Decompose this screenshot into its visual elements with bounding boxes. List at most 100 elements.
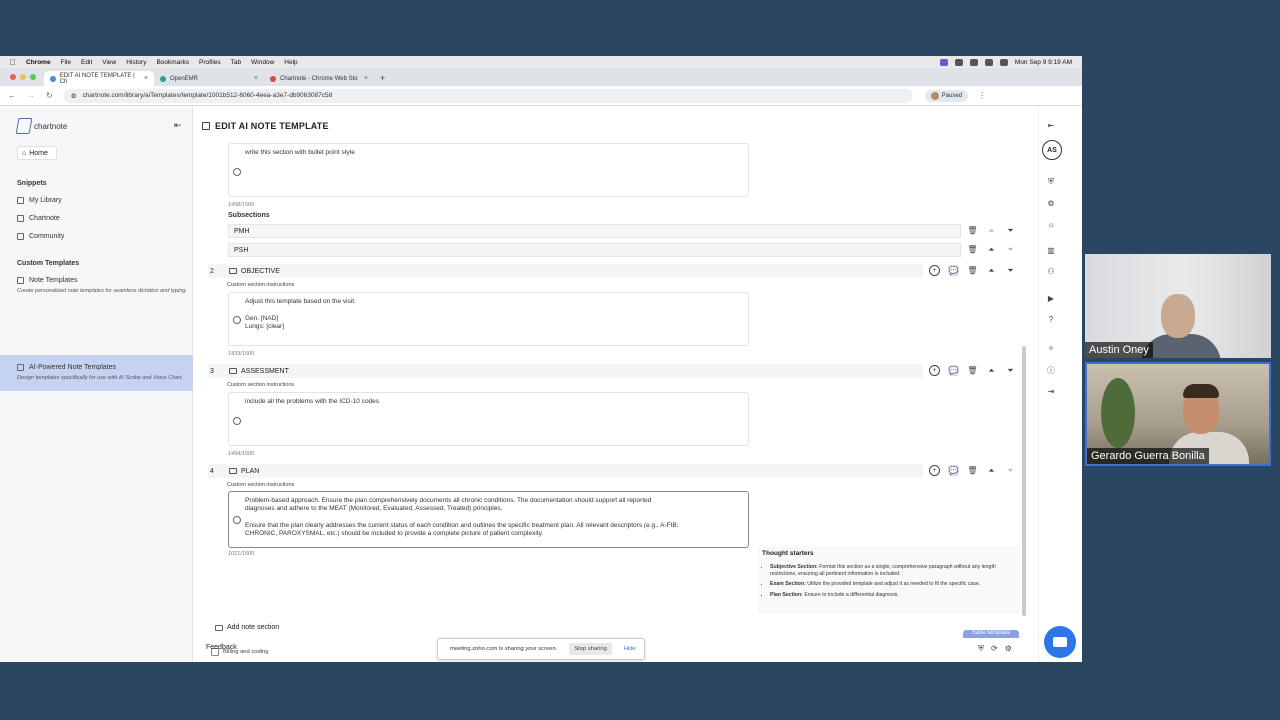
settings-icon[interactable]: ⚙: [1005, 644, 1012, 654]
add-subsection-icon[interactable]: +: [929, 265, 940, 276]
menu-tab[interactable]: Tab: [231, 59, 241, 66]
refresh-icon[interactable]: ⟳: [991, 644, 998, 654]
subsection-row[interactable]: PMH: [228, 224, 961, 238]
shield-icon[interactable]: ⛨: [1046, 177, 1056, 187]
menu-window[interactable]: Window: [251, 59, 274, 66]
comment-icon[interactable]: [233, 316, 241, 324]
collapse-sidebar-icon[interactable]: ⇤: [174, 120, 182, 131]
assessment-instructions-textarea[interactable]: include all the problems with the ICD-10…: [228, 392, 749, 446]
menu-view[interactable]: View: [102, 59, 116, 66]
plan-instructions-textarea[interactable]: Problem-based approach. Ensure the plan …: [228, 491, 749, 548]
close-window-icon[interactable]: [10, 74, 16, 80]
stop-sharing-button[interactable]: Stop sharing: [569, 643, 612, 655]
collapse-panel-icon[interactable]: ⇤: [1046, 120, 1056, 130]
move-up-icon[interactable]: ⏶: [986, 244, 997, 255]
menu-file[interactable]: File: [61, 59, 71, 66]
sidebar-item-chartnote[interactable]: Chartnote: [17, 215, 60, 222]
close-tab-icon[interactable]: ×: [364, 75, 368, 82]
section1-instructions-textarea[interactable]: write this section with bullet point sty…: [228, 143, 749, 197]
move-up-icon[interactable]: ⏶: [986, 225, 997, 236]
move-down-icon[interactable]: ⏷: [1005, 465, 1016, 476]
chat-widget-button[interactable]: [1044, 626, 1076, 658]
logout-icon[interactable]: ⇥: [1046, 386, 1056, 396]
trash-icon[interactable]: 🗑: [967, 225, 978, 236]
scrollbar[interactable]: [1022, 346, 1026, 616]
menu-history[interactable]: History: [126, 59, 146, 66]
subsection-row[interactable]: PSH: [228, 243, 961, 257]
close-tab-icon[interactable]: ×: [254, 75, 258, 82]
minimize-window-icon[interactable]: [20, 74, 26, 80]
info-icon[interactable]: ⓘ: [1046, 365, 1056, 375]
add-subsection-icon[interactable]: +: [929, 465, 940, 476]
shield-check-icon[interactable]: ⛨: [978, 644, 984, 654]
gear-icon[interactable]: ⚙: [1046, 198, 1056, 208]
user-avatar[interactable]: AS: [1042, 140, 1062, 160]
close-tab-icon[interactable]: ×: [144, 75, 148, 82]
sidebar-item-my-library[interactable]: My Library: [17, 197, 62, 204]
move-down-icon[interactable]: ⏷: [1005, 265, 1016, 276]
help-icon[interactable]: ?: [1046, 314, 1056, 324]
new-tab-icon[interactable]: +: [380, 73, 385, 83]
sidebar-item-ai-templates[interactable]: AI-Powered Note Templates: [17, 364, 116, 371]
tab-chartnote[interactable]: EDIT AI NOTE TEMPLATE | Ch ×: [44, 71, 154, 86]
library-icon[interactable]: ▥: [1046, 245, 1056, 255]
move-up-icon[interactable]: ⏶: [986, 465, 997, 476]
zoom-window-icon[interactable]: [30, 74, 36, 80]
search-icon[interactable]: [984, 58, 993, 66]
instructions-toggle-icon[interactable]: 💬: [948, 465, 959, 476]
sun-icon[interactable]: ☼: [1046, 219, 1056, 229]
apple-icon[interactable]: : [10, 58, 16, 67]
save-template-button[interactable]: Save template: [963, 630, 1019, 638]
forward-icon[interactable]: →: [27, 91, 35, 100]
instructions-toggle-icon[interactable]: 💬: [948, 265, 959, 276]
tab-webstore[interactable]: Chartnote - Chrome Web Sto ×: [264, 71, 374, 86]
sidebar-item-note-templates[interactable]: Note Templates: [17, 277, 78, 284]
feedback-button[interactable]: Feedback: [206, 644, 237, 651]
logo[interactable]: chartnote: [15, 118, 67, 134]
objective-instructions-textarea[interactable]: Adjust this template based on the visit.…: [228, 292, 749, 346]
move-up-icon[interactable]: ⏶: [986, 265, 997, 276]
section-header-objective[interactable]: 2 OBJECTIVE: [208, 264, 923, 278]
menu-bookmarks[interactable]: Bookmarks: [156, 59, 189, 66]
trash-icon[interactable]: 🗑: [967, 265, 978, 276]
tab-label: OpenEMR: [170, 75, 199, 82]
site-info-icon[interactable]: ⚙: [71, 92, 77, 100]
menu-profiles[interactable]: Profiles: [199, 59, 221, 66]
control-center-icon[interactable]: [999, 58, 1008, 66]
section-header-plan[interactable]: 4 PLAN: [208, 464, 923, 478]
move-down-icon[interactable]: ⏷: [1005, 225, 1016, 236]
zoho-icon[interactable]: [939, 58, 948, 66]
url-field[interactable]: ⚙ chartnote.com/library/aiTemplates/temp…: [62, 88, 913, 103]
menu-chrome[interactable]: Chrome: [26, 59, 51, 66]
add-subsection-icon[interactable]: +: [929, 365, 940, 376]
trash-icon[interactable]: 🗑: [967, 365, 978, 376]
clock[interactable]: Mon Sep 9 9:19 AM: [1015, 59, 1072, 66]
comment-icon[interactable]: [233, 516, 241, 524]
move-down-icon[interactable]: ⏷: [1005, 365, 1016, 376]
comment-icon[interactable]: [233, 168, 241, 176]
move-down-icon[interactable]: ⏷: [1005, 244, 1016, 255]
section-header-assessment[interactable]: 3 ASSESSMENT: [208, 364, 923, 378]
reload-icon[interactable]: ↻: [46, 91, 53, 100]
menu-help[interactable]: Help: [284, 59, 297, 66]
instructions-toggle-icon[interactable]: 💬: [948, 365, 959, 376]
back-icon[interactable]: ←: [8, 91, 16, 100]
tab-openemr[interactable]: OpenEMR ×: [154, 71, 264, 86]
comment-icon[interactable]: [233, 417, 241, 425]
sidebar-item-community[interactable]: Community: [17, 233, 64, 240]
tab-label: EDIT AI NOTE TEMPLATE | Ch: [59, 72, 135, 85]
lightbulb-icon[interactable]: ✧: [1046, 343, 1056, 353]
hide-share-bar-button[interactable]: Hide: [624, 646, 636, 652]
add-note-section-button[interactable]: Add note section: [215, 624, 279, 631]
move-up-icon[interactable]: ⏶: [986, 365, 997, 376]
video-icon[interactable]: ▶: [1046, 293, 1056, 303]
user-icon[interactable]: ⚇: [1046, 266, 1056, 276]
trash-icon[interactable]: 🗑: [967, 465, 978, 476]
wifi-icon[interactable]: [954, 58, 963, 66]
kebab-menu-icon[interactable]: ⋮: [978, 91, 986, 100]
profile-button[interactable]: Paused: [924, 89, 969, 102]
trash-icon[interactable]: 🗑: [967, 244, 978, 255]
home-button[interactable]: ⌂ Home: [17, 146, 57, 160]
menu-edit[interactable]: Edit: [81, 59, 92, 66]
battery-icon[interactable]: [969, 58, 978, 66]
